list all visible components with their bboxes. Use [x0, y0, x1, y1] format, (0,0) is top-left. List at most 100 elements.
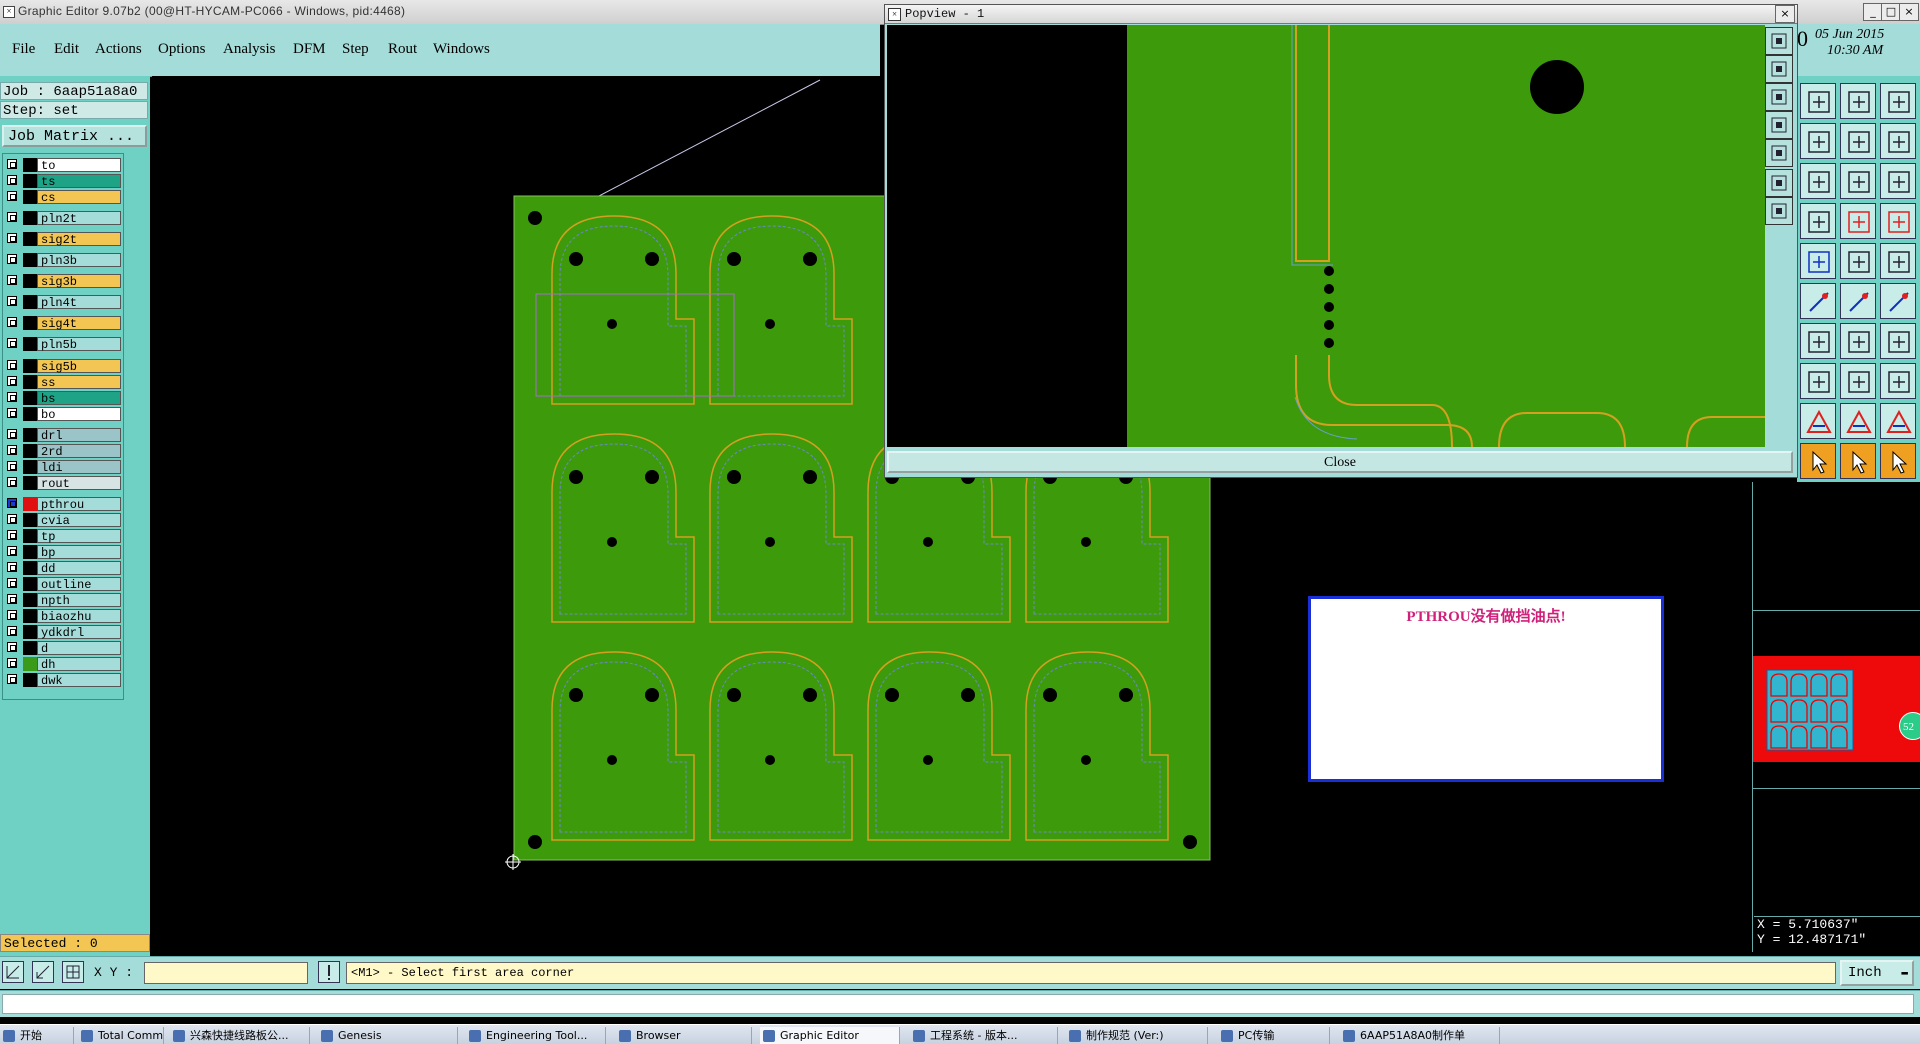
layer-row-cvia[interactable]: cvia: [4, 513, 121, 528]
layer-name[interactable]: outline: [37, 577, 121, 592]
hline-icon[interactable]: [1800, 363, 1836, 399]
layer-checkbox[interactable]: [7, 191, 17, 201]
layer-checkbox[interactable]: [7, 674, 17, 684]
layer-checkbox[interactable]: [7, 429, 17, 439]
pad-icon[interactable]: [1880, 243, 1916, 279]
snap-icon[interactable]: [2, 961, 24, 983]
select-arrow2-icon[interactable]: [1840, 443, 1876, 479]
popview-tool-icon[interactable]: [1765, 197, 1793, 225]
mirror-icon[interactable]: [1840, 123, 1876, 159]
taskbar-item[interactable]: 制作规范 (Ver:): [1066, 1027, 1208, 1044]
menu-actions[interactable]: Actions: [95, 41, 142, 58]
layer-name[interactable]: dh: [37, 657, 121, 672]
layer-checkbox[interactable]: [7, 498, 17, 508]
layout-icon[interactable]: [1880, 83, 1916, 119]
popview-close-button[interactable]: Close: [887, 451, 1793, 473]
layer-name[interactable]: pln4t: [37, 295, 121, 310]
cross-icon[interactable]: [1800, 283, 1836, 319]
polygon3-icon[interactable]: [1880, 403, 1916, 439]
layer-row-ldi[interactable]: ldi: [4, 460, 121, 475]
layer-name[interactable]: ldi: [37, 460, 121, 475]
layer-checkbox[interactable]: [7, 376, 17, 386]
layer-name[interactable]: 2rd: [37, 444, 121, 459]
layer-name[interactable]: pln5b: [37, 337, 121, 352]
layer-color-swatch[interactable]: [23, 359, 37, 373]
layer-row-drl[interactable]: drl: [4, 428, 121, 443]
layer-checkbox[interactable]: [7, 233, 17, 243]
taskbar-item[interactable]: PC传输: [1218, 1027, 1330, 1044]
layer-color-swatch[interactable]: [23, 625, 37, 639]
popview-canvas[interactable]: [887, 25, 1765, 448]
layer-checkbox[interactable]: [7, 658, 17, 668]
line-add-icon[interactable]: [1840, 283, 1876, 319]
layer-row-dwk[interactable]: dwk: [4, 673, 121, 688]
taskbar-item[interactable]: Graphic Editor: [760, 1027, 900, 1044]
measure-icon[interactable]: [32, 961, 54, 983]
layer-checkbox[interactable]: [7, 594, 17, 604]
layer-color-swatch[interactable]: [23, 274, 37, 288]
layer-row-rout[interactable]: rout: [4, 476, 121, 491]
layer-row-pln4t[interactable]: pln4t: [4, 295, 121, 310]
popview-close-icon[interactable]: ×: [1775, 5, 1795, 23]
units-select[interactable]: Inch ▬: [1840, 960, 1914, 986]
layer-row-ss[interactable]: ss: [4, 375, 121, 390]
layer-row-npth[interactable]: npth: [4, 593, 121, 608]
layer-checkbox[interactable]: [7, 175, 17, 185]
layer-name[interactable]: ss: [37, 375, 121, 390]
taskbar-item[interactable]: Genesis: [318, 1027, 458, 1044]
layer-row-dd[interactable]: dd: [4, 561, 121, 576]
arc-icon[interactable]: [1840, 323, 1876, 359]
layer-checkbox[interactable]: [7, 461, 17, 471]
layer-name[interactable]: d: [37, 641, 121, 656]
menu-dfm[interactable]: DFM: [293, 41, 326, 58]
layer-color-swatch[interactable]: [23, 545, 37, 559]
layer-name[interactable]: rout: [37, 476, 121, 491]
taskbar-item[interactable]: 开始: [0, 1027, 74, 1044]
scale-icon[interactable]: [1840, 163, 1876, 199]
layer-checkbox[interactable]: [7, 296, 17, 306]
popview-window[interactable]: × Popview - 1 × Close: [884, 4, 1798, 478]
layer-name[interactable]: biaozhu: [37, 609, 121, 624]
layer-checkbox[interactable]: [7, 408, 17, 418]
layer-name[interactable]: bs: [37, 391, 121, 406]
help-icon[interactable]: [1880, 163, 1916, 199]
layer-row-pln3b[interactable]: pln3b: [4, 253, 121, 268]
layer-checkbox[interactable]: [7, 254, 17, 264]
snap-left-icon[interactable]: [1840, 203, 1876, 239]
layer-name[interactable]: bp: [37, 545, 121, 560]
zoom-badge[interactable]: 52: [1899, 712, 1920, 740]
layer-row-bs[interactable]: bs: [4, 391, 121, 406]
layer-row-sig2t[interactable]: sig2t: [4, 232, 121, 247]
popview-tool-icon[interactable]: [1765, 139, 1793, 167]
layer-name[interactable]: cs: [37, 190, 121, 205]
layer-checkbox[interactable]: [7, 626, 17, 636]
layer-checkbox[interactable]: [7, 610, 17, 620]
taskbar-item[interactable]: Engineering Tool...: [466, 1027, 606, 1044]
layer-row-pln5b[interactable]: pln5b: [4, 337, 121, 352]
layer-color-swatch[interactable]: [23, 174, 37, 188]
layer-checkbox[interactable]: [7, 338, 17, 348]
layer-checkbox[interactable]: [7, 360, 17, 370]
select-arrow-icon[interactable]: [1800, 443, 1836, 479]
layer-color-swatch[interactable]: [23, 641, 37, 655]
layer-color-swatch[interactable]: [23, 609, 37, 623]
popview-tool-icon[interactable]: [1765, 55, 1793, 83]
layer-color-swatch[interactable]: [23, 657, 37, 671]
shapes-icon[interactable]: [1880, 363, 1916, 399]
layer-row-ydkdrl[interactable]: ydkdrl: [4, 625, 121, 640]
close-window-button[interactable]: ×: [1899, 3, 1919, 21]
polygon2-icon[interactable]: [1840, 403, 1876, 439]
line-del-icon[interactable]: [1880, 283, 1916, 319]
menu-windows[interactable]: Windows: [433, 41, 490, 58]
job-matrix-button[interactable]: Job Matrix ...: [2, 125, 147, 147]
layer-checkbox[interactable]: [7, 477, 17, 487]
layer-row-sig4t[interactable]: sig4t: [4, 316, 121, 331]
layer-color-swatch[interactable]: [23, 513, 37, 527]
xy-input[interactable]: [144, 962, 308, 984]
taskbar-item[interactable]: Total Commander: [78, 1027, 164, 1044]
layer-color-swatch[interactable]: [23, 407, 37, 421]
layer-name[interactable]: sig2t: [37, 232, 121, 247]
grid-icon[interactable]: [1800, 203, 1836, 239]
menu-analysis[interactable]: Analysis: [223, 41, 276, 58]
layer-color-swatch[interactable]: [23, 316, 37, 330]
